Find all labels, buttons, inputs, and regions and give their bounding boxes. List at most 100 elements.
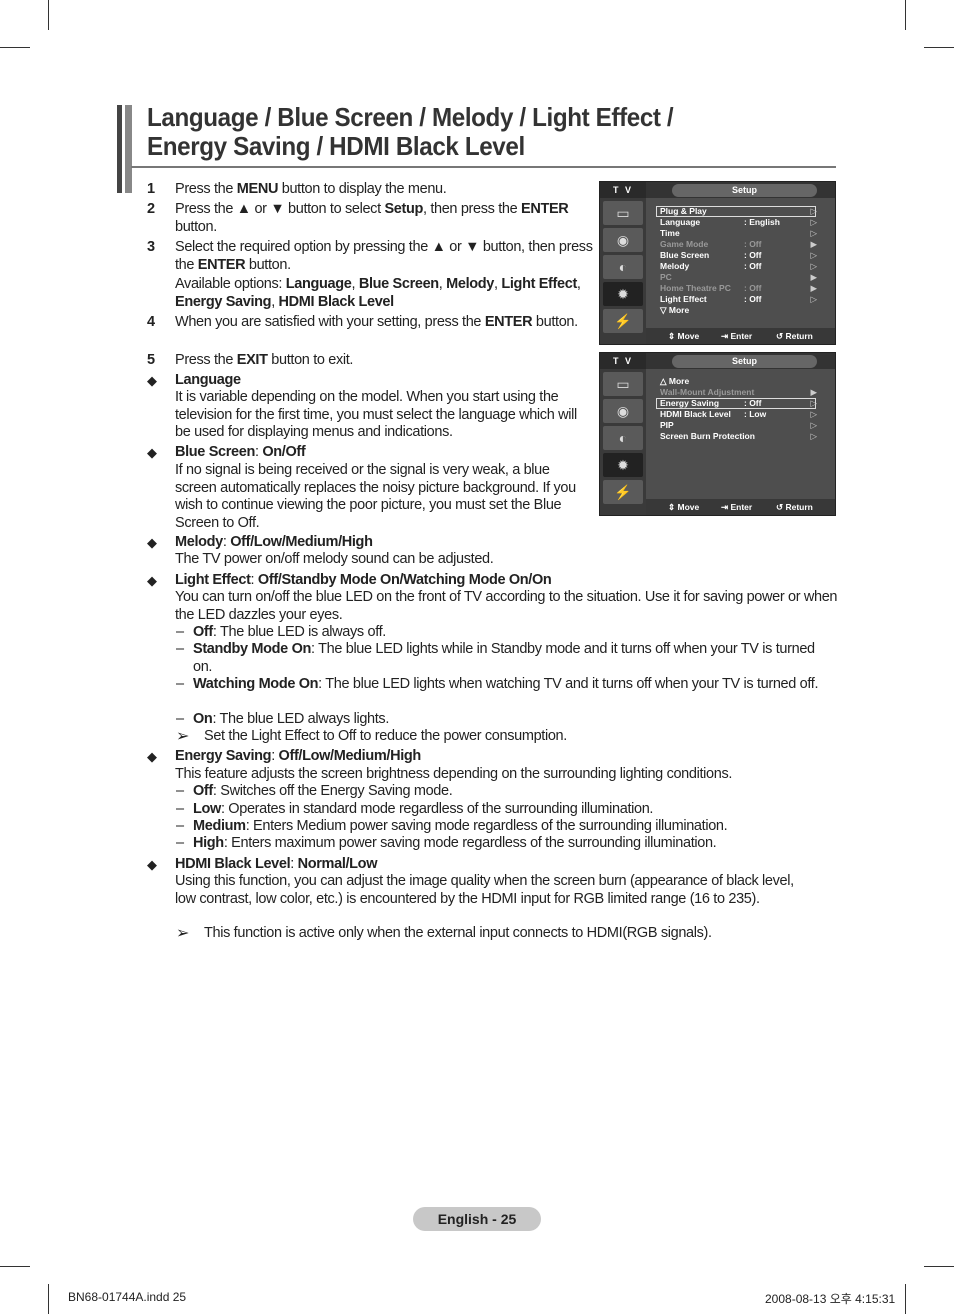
menu-item[interactable]: △ More	[660, 376, 817, 387]
menu-item[interactable]: Energy Saving: Off ▷	[660, 398, 817, 409]
text-segment: Melody	[175, 534, 223, 550]
menu-item-label: Home Theatre PC	[660, 283, 731, 293]
submenu-arrow-icon: ▶	[810, 387, 817, 397]
text-segment: : The blue LED always lights.	[212, 711, 390, 727]
text-segment: Standby Mode On	[193, 641, 312, 657]
menu-item[interactable]: Screen Burn Protection ▷	[660, 431, 817, 442]
section-body: If no signal is being received or the si…	[175, 462, 593, 532]
text-segment: Watching Mode On	[193, 676, 319, 692]
page-title: Language / Blue Screen / Melody / Light …	[147, 103, 674, 161]
text-segment: :	[290, 856, 298, 872]
bullet-diamond-icon: ◆	[147, 573, 157, 588]
text-segment: Off/Low/Medium/High	[230, 534, 373, 550]
step-text: Press the ▲ or ▼ button to select Setup,…	[175, 201, 593, 236]
menu-item-value: : Off	[744, 398, 762, 408]
menu-item[interactable]: Melody: Off ▷	[660, 261, 817, 272]
sound-icon[interactable]: ◉	[603, 399, 643, 423]
section-body: The TV power on/off melody sound can be …	[175, 551, 593, 569]
text-segment: ,	[271, 293, 279, 310]
menu-header: Setup	[646, 353, 835, 369]
menu-footer: ⇕ Move ⇥ Enter ↺ Return	[646, 499, 835, 515]
menu-item[interactable]: Home Theatre PC: Off ▶	[660, 283, 817, 294]
title-bar-decoration	[125, 105, 132, 193]
option-item: Medium: Enters Medium power saving mode …	[193, 818, 833, 836]
note-text: This function is active only when the ex…	[204, 925, 712, 941]
menu-item[interactable]: Game Mode: Off ▶	[660, 239, 817, 250]
text-segment: Press the ▲ or ▼ button to select	[175, 201, 385, 217]
setup-icon[interactable]: ✹	[603, 453, 643, 477]
text-segment: High	[193, 835, 224, 851]
channel-icon[interactable]: ◐	[603, 426, 643, 450]
menu-item[interactable]: Time ▷	[660, 228, 817, 239]
text-segment: button.	[532, 314, 578, 330]
dash-bullet: –	[176, 641, 185, 657]
menu-item[interactable]: Plug & Play ▷	[660, 206, 817, 217]
menu-item-value: : Off	[744, 261, 762, 271]
submenu-arrow-icon: ▶	[810, 239, 817, 249]
text-segment: ENTER	[521, 201, 569, 217]
picture-icon[interactable]: ▭	[603, 201, 643, 225]
menu-item[interactable]: Blue Screen: Off ▷	[660, 250, 817, 261]
text-segment: Medium	[193, 818, 246, 834]
menu-item-value: : Off	[744, 294, 762, 304]
bullet-diamond-icon: ◆	[147, 857, 157, 872]
enter-hint: ⇥ Enter	[721, 331, 753, 341]
crop-mark	[0, 47, 30, 48]
menu-item-label: HDMI Black Level	[660, 409, 731, 419]
menu-item[interactable]: HDMI Black Level: Low ▷	[660, 409, 817, 420]
section-body: Using this function, you can adjust the …	[175, 873, 815, 908]
page-number: English - 25	[413, 1207, 541, 1231]
text-segment: It is variable depending on the model. W…	[175, 389, 577, 440]
menu-item[interactable]: PC ▶	[660, 272, 817, 283]
step-number: 1	[147, 181, 156, 197]
option-item: On: The blue LED always lights.	[193, 711, 833, 729]
dash-bullet: –	[176, 818, 185, 834]
menu-item-label: Screen Burn Protection	[660, 431, 755, 441]
section-heading: Blue Screen: On/Off	[175, 444, 593, 462]
menu-item[interactable]: Light Effect: Off ▷	[660, 294, 817, 305]
menu-item-label: Time	[660, 228, 680, 238]
input-icon[interactable]: ⚡	[603, 309, 643, 333]
input-icon[interactable]: ⚡	[603, 480, 643, 504]
section-heading: Light Effect: Off/Standby Mode On/Watchi…	[175, 572, 840, 590]
picture-icon[interactable]: ▭	[603, 372, 643, 396]
option-item: Off: Switches off the Energy Saving mode…	[193, 783, 833, 801]
text-segment: Light Effect	[501, 276, 577, 292]
menu-item[interactable]: PIP ▷	[660, 420, 817, 431]
text-segment: You can turn on/off the blue LED on the …	[175, 589, 838, 623]
text-segment: Blue Screen	[175, 444, 255, 460]
sound-icon[interactable]: ◉	[603, 228, 643, 252]
text-segment: : Enters maximum power saving mode regar…	[223, 835, 717, 851]
text-segment: Available options:	[175, 276, 286, 292]
title-rule	[131, 166, 836, 168]
setup-icon[interactable]: ✹	[603, 282, 643, 306]
return-hint: ↺ Return	[776, 331, 813, 341]
step-text: Press the MENU button to display the men…	[175, 181, 593, 199]
section-heading: Energy Saving: Off/Low/Medium/High	[175, 748, 840, 766]
option-item: Off: The blue LED is always off.	[193, 624, 833, 642]
text-segment: button.	[245, 256, 291, 273]
channel-icon[interactable]: ◐	[603, 255, 643, 279]
dash-bullet: –	[176, 835, 185, 851]
text-segment: HDMI Black Level	[175, 856, 291, 872]
crop-mark	[924, 47, 954, 48]
tv-setup-menu-1: T V Setup ▭ ◉ ◐ ✹ ⚡ Plug & Play ▷ Language: Engli…	[599, 181, 836, 345]
menu-item-label: Plug & Play	[660, 206, 707, 216]
return-hint: ↺ Return	[776, 502, 813, 512]
menu-title: Setup	[672, 184, 817, 197]
menu-item-label: Game Mode	[660, 239, 709, 249]
dash-bullet: –	[176, 783, 185, 799]
menu-item[interactable]: Wall-Mount Adjustment ▶	[660, 387, 817, 398]
submenu-arrow-icon: ▷	[810, 409, 817, 419]
tv-label: T V	[600, 182, 646, 198]
step-text: Press the EXIT button to exit.	[175, 352, 593, 370]
text-segment: Off	[193, 624, 213, 640]
menu-item-value: : English	[744, 217, 780, 227]
menu-item[interactable]: ▽ More	[660, 305, 817, 316]
text-segment: Setup	[384, 201, 423, 217]
text-segment: : The blue LED lights when watching TV a…	[318, 676, 819, 692]
submenu-arrow-icon: ▶	[810, 283, 817, 293]
text-segment: Off/Low/Medium/High	[278, 748, 422, 764]
menu-item[interactable]: Language: English ▷	[660, 217, 817, 228]
text-segment: Blue Screen	[358, 276, 439, 292]
